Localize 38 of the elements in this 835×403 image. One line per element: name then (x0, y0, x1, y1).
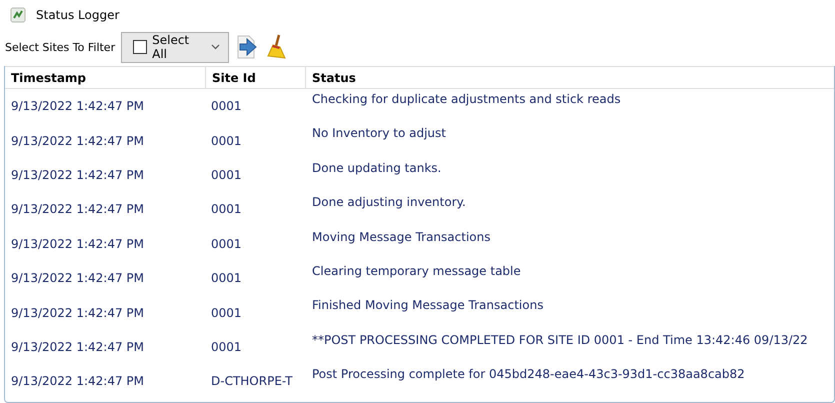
table-cell-text: 9/13/2022 1:42:47 PM (10, 201, 146, 218)
checkbox[interactable] (133, 40, 148, 54)
table-cell-text: Finished Moving Message Transactions (311, 297, 544, 314)
table-cell-text: 9/13/2022 1:42:47 PM (10, 304, 146, 322)
table-cell-text: **POST PROCESSING COMPLETED FOR SITE ID 0001 - End Time 13:42:46 09/13/22 (311, 332, 809, 349)
arrow-icon (235, 34, 260, 60)
table-cell-text: 9/13/2022 1:42:47 PM (10, 338, 146, 356)
table-cell-text: 0001 (210, 98, 242, 116)
table-cell-text: 0001 (210, 132, 242, 150)
table-cell-text: 9/13/2022 1:42:47 PM (10, 132, 146, 150)
column-header[interactable]: Status (306, 67, 834, 88)
table-cell-text: Done updating tanks. (311, 160, 442, 177)
table-cell-text: No Inventory to adjust (311, 125, 447, 142)
table-cell-text: 0001 (210, 304, 242, 322)
table-cell-text: 9/13/2022 1:42:47 PM (10, 166, 146, 184)
table-cell-text: 0001 (210, 236, 242, 253)
column-header[interactable]: Site Id (206, 67, 306, 88)
app-icon (10, 7, 26, 23)
table-cell-text: D-CTHORPE-T (210, 373, 292, 390)
table-cell-text: 0001 (210, 201, 242, 218)
table-cell-text: Moving Message Transactions (311, 228, 492, 246)
column-header[interactable]: Timestamp (5, 67, 206, 88)
site-filter-dropdown[interactable]: Select All (121, 32, 230, 62)
table-cell-text: 9/13/2022 1:42:47 PM (10, 270, 146, 288)
table-cell-text: Done adjusting inventory. (311, 194, 467, 212)
table-cell-text: 0001 (210, 338, 242, 356)
caret-icon (211, 44, 220, 50)
table-cell-text: 9/13/2022 1:42:47 PM (10, 236, 146, 253)
filter-label: Select Sites To Filter (5, 40, 116, 54)
table-cell-text: Clearing temporary message table (311, 262, 522, 280)
table-cell-text: 0001 (210, 270, 242, 288)
table-cell-text: 0001 (210, 166, 242, 184)
table-cell-text: 9/13/2022 1:42:47 PM (10, 373, 146, 390)
window-title: Status Logger (36, 8, 120, 22)
arrow-button[interactable] (235, 34, 260, 60)
table-cell-text: Post Processing complete for 045bd248-eae4-43c3-93d1-cc38aa8cab82 (311, 366, 746, 384)
table-cell-text: Checking for duplicate adjustments and stick reads (311, 91, 622, 108)
table-cell-text: 9/13/2022 1:42:47 PM (10, 98, 146, 116)
